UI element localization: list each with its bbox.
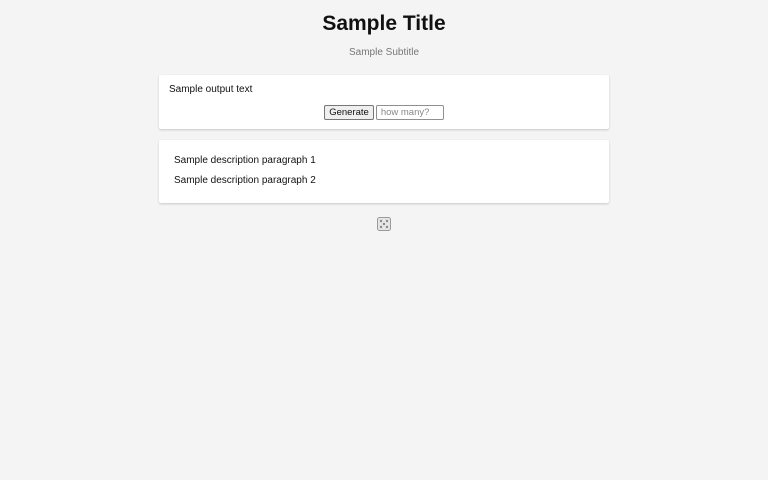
output-text[interactable]: Sample output text <box>169 84 252 96</box>
page-subtitle: Sample Subtitle <box>348 47 420 58</box>
dice-icon[interactable] <box>377 217 391 231</box>
generator-controls: Generate <box>159 105 609 120</box>
description-paragraph-1: Sample description paragraph 1 <box>174 155 316 166</box>
output-card: Sample output text Generate <box>159 75 609 129</box>
description-card: Sample description paragraph 1 Sample de… <box>159 140 609 203</box>
page-title: Sample Title <box>322 12 446 35</box>
page: Sample Title Sample Subtitle Sample outp… <box>0 0 768 480</box>
description-paragraph-2: Sample description paragraph 2 <box>174 175 316 186</box>
count-input[interactable] <box>375 105 444 120</box>
generate-button[interactable]: Generate <box>324 105 374 120</box>
